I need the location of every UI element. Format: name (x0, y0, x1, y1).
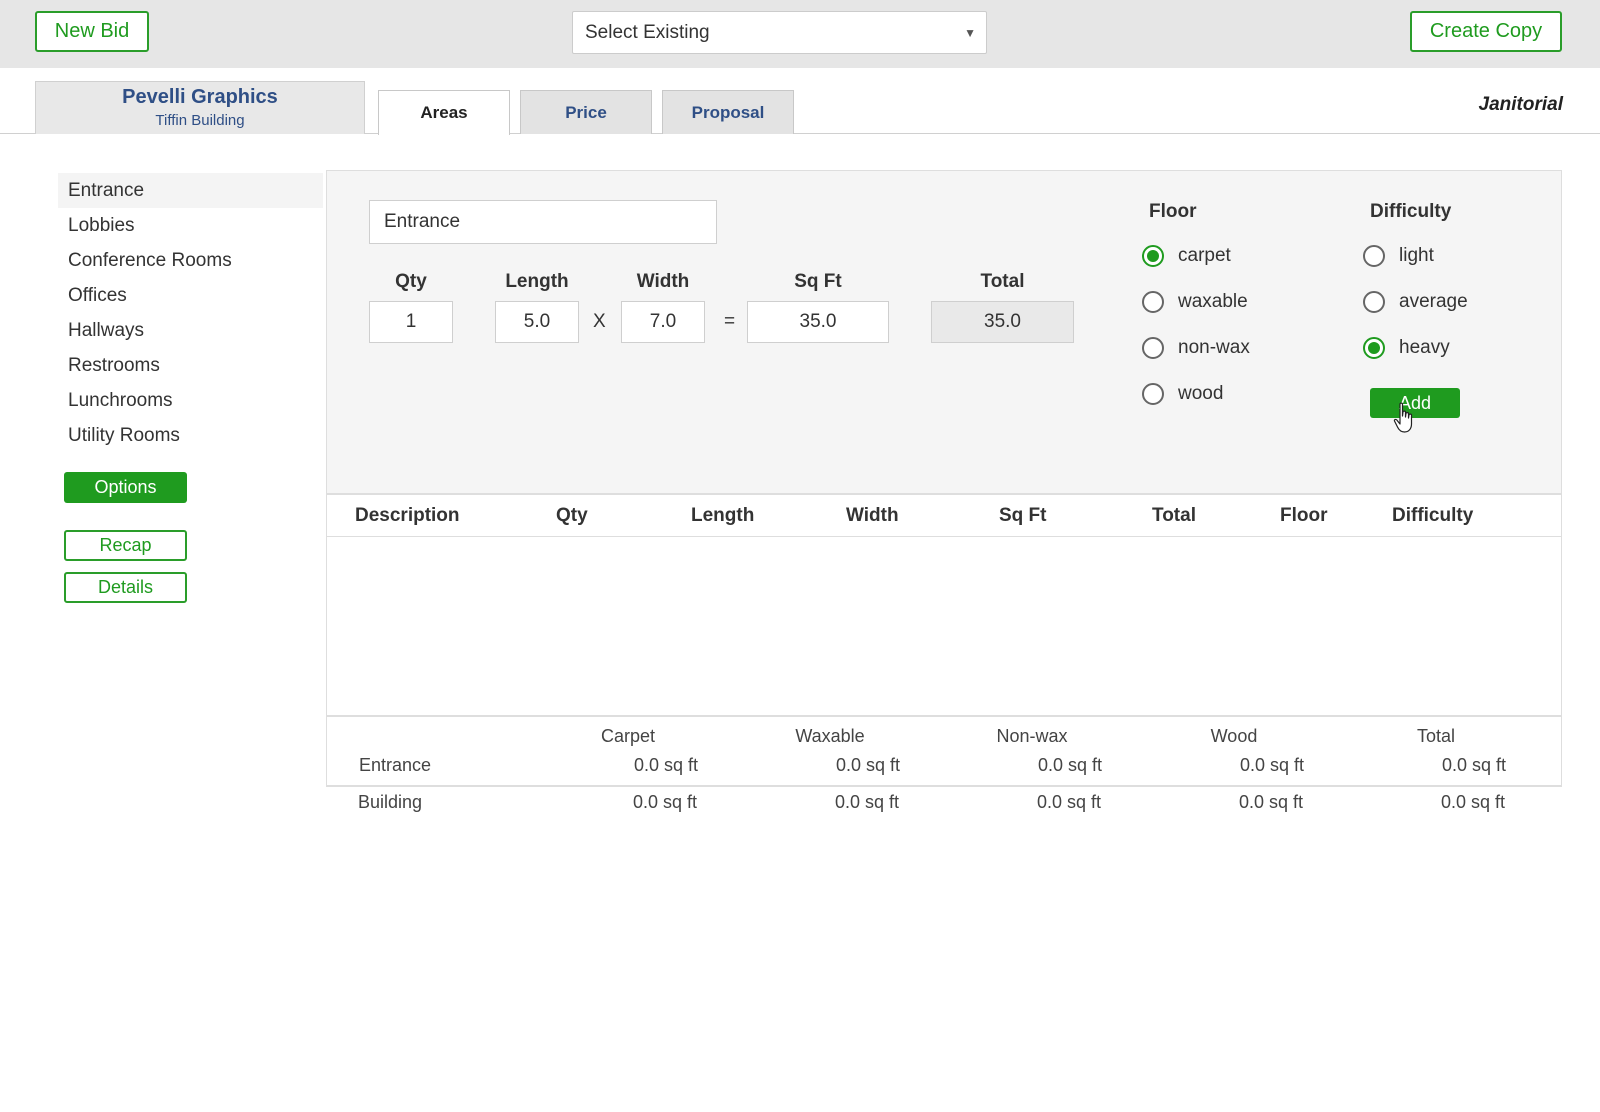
radio-label: non-wax (1178, 337, 1250, 358)
column-header: Qty (556, 505, 588, 526)
area-sidebar: Entrance Lobbies Conference Rooms Office… (58, 173, 323, 453)
difficulty-option-average[interactable]: average (1363, 291, 1468, 313)
sidebar-item-lobbies[interactable]: Lobbies (58, 208, 323, 243)
hand-cursor-icon (1393, 402, 1413, 433)
radio-button[interactable] (1363, 245, 1385, 267)
summary-header: Wood (1210, 726, 1258, 746)
areas-table-body (326, 537, 1562, 717)
radio-button[interactable] (1142, 337, 1164, 359)
sqft-header: Sq Ft (794, 271, 842, 292)
floor-option-non-wax[interactable]: non-wax (1142, 337, 1250, 359)
summary-header: Waxable (795, 726, 865, 746)
radio-label: heavy (1399, 337, 1450, 358)
client-name: Pevelli Graphics (122, 86, 278, 108)
sidebar-item-utility-rooms[interactable]: Utility Rooms (58, 418, 323, 453)
width-input[interactable]: 7.0 (621, 301, 705, 343)
floor-option-wood[interactable]: wood (1142, 383, 1223, 405)
tabs-row: Pevelli Graphics Tiffin Building Areas P… (0, 68, 1600, 135)
options-button[interactable]: Options (64, 472, 187, 503)
difficulty-title: Difficulty (1370, 201, 1452, 222)
column-header: Length (691, 505, 755, 526)
building-name: Tiffin Building (155, 112, 245, 129)
floor-option-waxable[interactable]: waxable (1142, 291, 1248, 313)
radio-button[interactable] (1363, 337, 1385, 359)
summary-cell: 0.0 sq ft (1037, 792, 1102, 812)
summary-cell: 0.0 sq ft (1240, 755, 1305, 775)
recap-button[interactable]: Recap (64, 530, 187, 561)
summary-row-label: Entrance (359, 755, 432, 775)
tab-areas[interactable]: Areas (378, 90, 510, 135)
tab-proposal[interactable]: Proposal (662, 90, 794, 134)
radio-label: average (1399, 291, 1468, 312)
description-input[interactable]: Entrance (369, 200, 717, 244)
length-header: Length (505, 271, 569, 292)
radio-button[interactable] (1142, 245, 1164, 267)
summary-cell: 0.0 sq ft (836, 755, 901, 775)
sidebar-item-lunchrooms[interactable]: Lunchrooms (58, 383, 323, 418)
sidebar-item-conference-rooms[interactable]: Conference Rooms (58, 243, 323, 278)
column-header: Sq Ft (999, 505, 1047, 526)
summary-header: Carpet (600, 726, 656, 746)
summary-cell: 0.0 sq ft (634, 755, 699, 775)
column-header: Description (355, 505, 460, 526)
summary-cell: 0.0 sq ft (1442, 755, 1507, 775)
details-button[interactable]: Details (64, 572, 187, 603)
radio-button[interactable] (1142, 383, 1164, 405)
radio-label: light (1399, 245, 1434, 266)
floor-title: Floor (1149, 201, 1197, 222)
column-header: Floor (1280, 505, 1328, 526)
tab-price[interactable]: Price (520, 90, 652, 134)
select-existing-dropdown[interactable]: Select Existing ▼ (572, 11, 987, 54)
new-bid-button[interactable]: New Bid (35, 11, 149, 52)
summary-cell: 0.0 sq ft (633, 792, 698, 812)
summary-header: Total (1416, 726, 1456, 746)
summary-row-label: Building (358, 792, 423, 812)
summary-cell: 0.0 sq ft (1038, 755, 1103, 775)
total-readonly-field: 35.0 (931, 301, 1074, 343)
difficulty-option-light[interactable]: light (1363, 245, 1434, 267)
equals-sign: = (724, 311, 736, 332)
summary-cell: 0.0 sq ft (1239, 792, 1304, 812)
areas-table-header: Description Qty Length Width Sq Ft Total… (326, 494, 1562, 537)
qty-input[interactable]: 1 (369, 301, 453, 343)
client-header: Pevelli Graphics Tiffin Building (35, 81, 365, 134)
radio-button[interactable] (1363, 291, 1385, 313)
sidebar-item-offices[interactable]: Offices (58, 278, 323, 313)
length-input[interactable]: 5.0 (495, 301, 579, 343)
summary-header: Non-wax (996, 726, 1068, 746)
service-type-label: Janitorial (1478, 94, 1563, 115)
area-form-panel: Entrance Qty Length Width Sq Ft Total 1 … (326, 170, 1562, 494)
sqft-input[interactable]: 35.0 (747, 301, 889, 343)
create-copy-button[interactable]: Create Copy (1410, 11, 1562, 52)
top-toolbar: New Bid Select Existing ▼ Create Copy (0, 0, 1600, 68)
summary-area-block: Carpet Waxable Non-wax Wood Total Entran… (326, 717, 1562, 787)
column-header: Total (1152, 505, 1196, 526)
summary-cell: 0.0 sq ft (835, 792, 900, 812)
column-header: Width (846, 505, 899, 526)
sidebar-item-hallways[interactable]: Hallways (58, 313, 323, 348)
radio-label: waxable (1178, 291, 1248, 312)
width-header: Width (636, 271, 690, 292)
select-existing-value: Select Existing (585, 22, 710, 43)
qty-header: Qty (395, 271, 427, 292)
column-header: Difficulty (1392, 505, 1474, 526)
sidebar-item-entrance[interactable]: Entrance (58, 173, 323, 208)
chevron-down-icon: ▼ (964, 26, 976, 40)
radio-button[interactable] (1142, 291, 1164, 313)
summary-cell: 0.0 sq ft (1441, 792, 1506, 812)
times-sign: X (593, 311, 606, 332)
floor-option-carpet[interactable]: carpet (1142, 245, 1231, 267)
total-header: Total (980, 271, 1025, 292)
difficulty-option-heavy[interactable]: heavy (1363, 337, 1450, 359)
sidebar-item-restrooms[interactable]: Restrooms (58, 348, 323, 383)
radio-label: wood (1178, 383, 1224, 404)
radio-label: carpet (1178, 245, 1231, 266)
